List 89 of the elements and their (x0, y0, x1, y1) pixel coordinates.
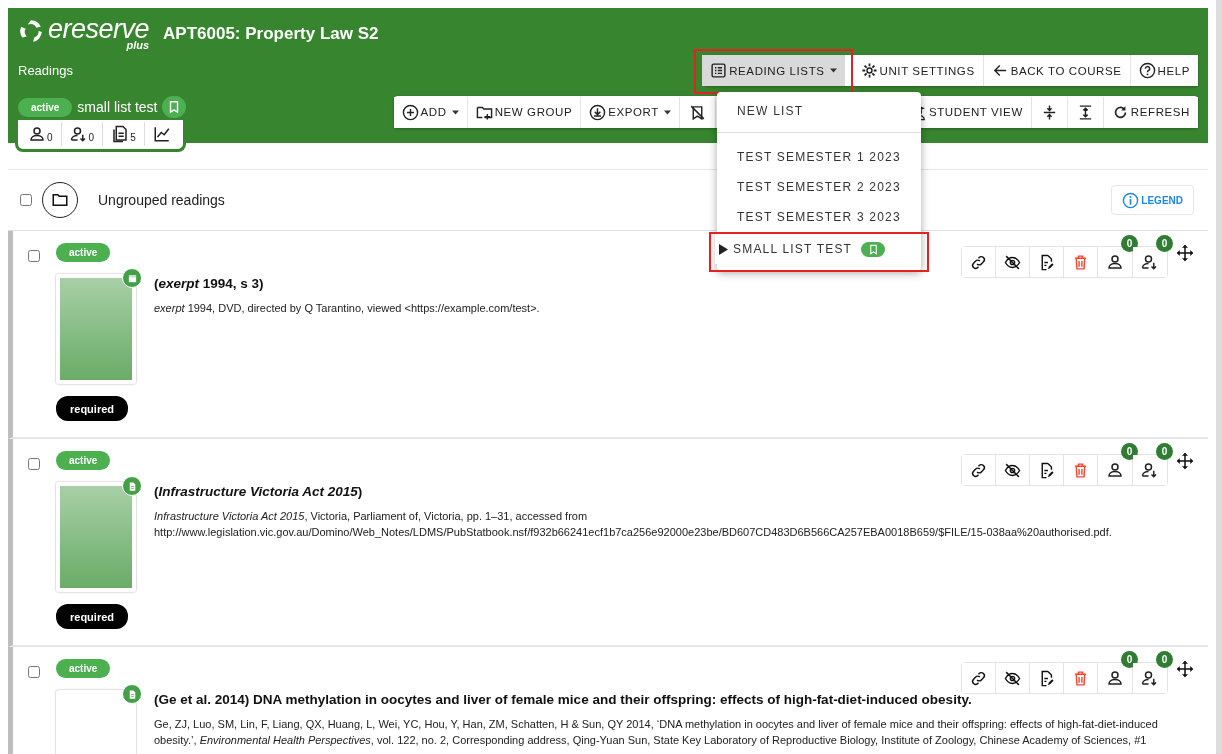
icon-button[interactable] (679, 96, 716, 128)
menu-item[interactable]: SMALL LIST TEST (715, 234, 921, 264)
link-button[interactable] (962, 455, 996, 485)
clapper-icon (122, 268, 142, 288)
arrow-left-icon (991, 62, 1009, 79)
menu-item[interactable]: TEST SEMESTER 2 2023 (717, 172, 921, 202)
status-badge: active (56, 243, 111, 262)
toolbar-button[interactable]: ADD (393, 96, 468, 128)
icon-button[interactable] (1031, 96, 1068, 128)
checkbox[interactable] (28, 458, 40, 470)
trash-icon (1072, 669, 1089, 687)
info-icon (1122, 191, 1140, 209)
downloads-button[interactable] (1133, 663, 1167, 693)
person-icon (1106, 669, 1124, 687)
reading-title: (exerpt 1994, s 3) (154, 276, 265, 291)
move-icon[interactable] (1176, 660, 1194, 678)
icon-button[interactable] (1067, 96, 1104, 128)
person-download-icon (1141, 253, 1159, 271)
toolbar-button[interactable]: EXPORT (581, 96, 680, 128)
toolbar-button[interactable]: BACK TO COURSE (983, 55, 1131, 86)
stat-item[interactable]: 0 (61, 122, 104, 146)
menu-item[interactable]: TEST SEMESTER 3 2023 (717, 202, 921, 232)
logo-subtitle: plus (126, 40, 150, 51)
link-icon (970, 253, 987, 271)
eye-off-icon (1004, 669, 1021, 687)
status-badge: active (56, 451, 111, 470)
document-icon (122, 684, 142, 704)
group-title: Ungrouped readings (98, 192, 225, 208)
eye-off-icon (1004, 253, 1021, 271)
reading-title: (Infrastructure Victoria Act 2015) (154, 484, 364, 499)
link-icon (970, 461, 987, 479)
help-icon (1138, 62, 1156, 79)
plus-circle-icon (401, 103, 419, 121)
toolbar-button[interactable]: HELP (1130, 55, 1198, 86)
required-badge: required (56, 396, 128, 421)
reading-title: (Ge et al. 2014) DNA methylation in oocytes and liver of female mice and their offspring: effects of high-fat-diet-induced obesity. (154, 692, 973, 707)
move-icon[interactable] (1176, 244, 1194, 262)
section-title: Readings (18, 63, 73, 78)
bookmark-icon (867, 243, 879, 255)
person-download-icon (1141, 669, 1159, 687)
count-badge: 0 (1156, 651, 1173, 668)
download-circle-icon (589, 103, 607, 121)
downloads-button[interactable] (1133, 247, 1167, 277)
checkbox[interactable] (28, 250, 40, 262)
menu-item[interactable]: NEW LIST (717, 96, 921, 126)
person-icon (1106, 253, 1124, 271)
toolbar-button[interactable]: NEW GROUP (467, 96, 582, 128)
toolbar-button[interactable]: UNIT SETTINGS (852, 55, 984, 86)
logo-swirl-icon (18, 18, 44, 44)
line-chart-icon (152, 125, 171, 143)
person-download-icon (1141, 461, 1159, 479)
move-icon[interactable] (1176, 452, 1194, 470)
citation-text: Infrastructure Victoria Act 2015, Victoria, Parliament of, Victoria, pp. 1–31, accessed from http://www.legislation.vic.gov.au/Domino/Web_Notes/LDMS/PubStatbook.nsf/f932b66241ecf1b7ca256e92000e23be/BD607CD483D6B566CA257EBA0018B659/$FILE/15-038aa%20authorised.pdf. (154, 509, 1113, 540)
downloads-button[interactable] (1133, 455, 1167, 485)
count-badge: 0 (1156, 443, 1173, 460)
citation-text: exerpt 1994, DVD, directed by Q Tarantino, viewed <https://example.com/test>. (154, 301, 541, 316)
menu-item[interactable]: TEST SEMESTER 1 2023 (717, 142, 921, 172)
checkbox[interactable] (28, 666, 40, 678)
gear-icon (860, 62, 878, 79)
person-icon (28, 125, 46, 143)
status-badge: active (18, 97, 73, 117)
count-badge: 0 (1156, 235, 1173, 252)
link-button[interactable] (962, 663, 996, 693)
link-icon (970, 669, 987, 687)
citation-text: Ge, ZJ, Luo, SM, Lin, F, Liang, QX, Huang, L, Wei, YC, Hou, Y, Han, ZM, Schatten, H & Sun, QY 2014, ‘DNA methylation in oocytes and liver of female mice and their offspring: effects of high-fat-diet-induced obesity.’, Environmental Health Perspectives, vol. 122, no. 2, Corresponding address, Qing-Yuan Sun, State Key Laboratory of Reproductive Biology, Institute of Zoology, Chinese Academy of Sciences, #1 (154, 717, 1159, 748)
required-badge: required (56, 604, 128, 629)
link-button[interactable] (962, 247, 996, 277)
legend-button[interactable]: LEGEND (1111, 185, 1194, 215)
person-download-icon (69, 125, 88, 143)
eye-off-icon (1004, 461, 1021, 479)
triangle-icon (719, 243, 728, 255)
course-title: APT6005: Property Law S2 (163, 23, 379, 44)
status-badge: active (56, 659, 111, 678)
documents-icon (111, 125, 130, 143)
person-icon (1106, 461, 1124, 479)
caret-icon (829, 68, 837, 73)
stat-item[interactable]: 5 (103, 122, 145, 146)
list-name: small list test (77, 99, 158, 115)
list-icon (710, 62, 728, 79)
caret-icon (451, 109, 459, 115)
caret-icon (663, 109, 671, 115)
document-icon (122, 476, 142, 496)
toolbar-button[interactable]: REFRESH (1103, 96, 1198, 128)
bookmark-off-icon (688, 103, 706, 121)
stat-item[interactable]: 0 (20, 122, 62, 146)
trash-icon (1072, 461, 1089, 479)
trash-icon (1072, 253, 1089, 271)
checkbox[interactable] (20, 194, 32, 206)
toolbar-button[interactable]: READING LISTS (702, 55, 845, 86)
